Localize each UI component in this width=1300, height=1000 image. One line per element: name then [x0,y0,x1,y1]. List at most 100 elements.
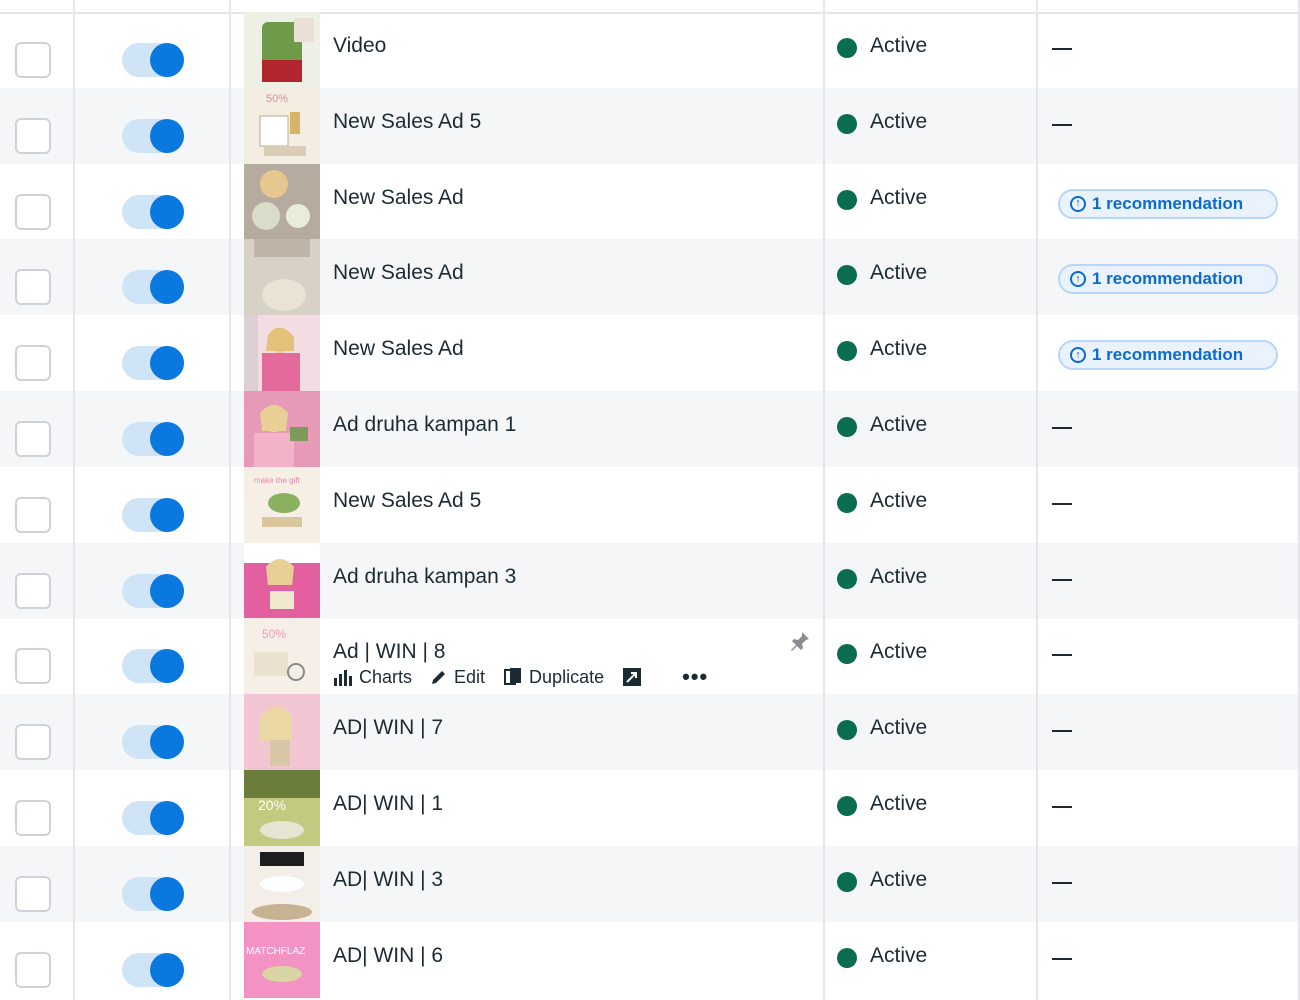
status-text: Active [870,564,928,588]
duplicate-button[interactable]: Duplicate [503,667,604,688]
ad-toggle[interactable] [122,43,184,77]
ad-name[interactable]: AD| WIN | 3 [333,868,443,892]
ad-name[interactable]: Ad druha kampan 3 [333,565,516,589]
row-checkbox[interactable] [15,421,51,457]
row-checkbox[interactable] [15,193,51,230]
ad-name[interactable]: New Sales Ad [333,261,464,285]
status-text: Active [870,640,928,664]
ad-thumbnail[interactable] [244,694,320,771]
status-dot-icon [837,720,857,741]
toggle-knob [150,43,184,77]
column-divider [823,0,825,1000]
row-checkbox[interactable] [15,572,51,609]
toggle-knob [150,952,184,987]
table-row[interactable]: 50% Ad | WIN | 8 Charts Edit Duplicate •… [0,618,1300,695]
ad-name[interactable]: AD| WIN | 1 [333,792,443,816]
row-checkbox[interactable] [15,800,51,836]
status-dot-icon [837,189,857,210]
status-text: Active [870,867,928,891]
table-row[interactable]: New Sales Ad Active ↑ 1 recommendation [0,163,1300,240]
more-options-button[interactable]: ••• [682,664,708,690]
ad-thumbnail[interactable]: 50% [244,618,320,695]
ad-toggle[interactable] [122,118,184,153]
ad-toggle[interactable] [122,876,184,911]
recommendation-badge[interactable]: ↑ 1 recommendation [1058,340,1278,371]
ad-thumbnail[interactable]: 50% [244,87,320,164]
row-checkbox[interactable] [15,345,51,382]
table-row[interactable]: 50% New Sales Ad 5 Active [0,87,1300,164]
empty-value-dash [1052,48,1072,50]
ads-table: Video Active 50% New Sales Ad 5 Active N… [0,0,1300,1000]
row-checkbox[interactable] [15,269,51,306]
ad-toggle[interactable] [122,801,184,835]
ad-thumbnail[interactable] [244,542,320,619]
ad-name[interactable]: New Sales Ad [333,337,464,361]
table-row[interactable]: New Sales Ad Active ↑ 1 recommendation [0,239,1300,316]
row-checkbox[interactable] [15,117,51,154]
toggle-knob [150,497,184,532]
table-row[interactable]: Ad druha kampan 1 Active [0,391,1300,467]
empty-value-dash [1052,123,1072,126]
row-checkbox[interactable] [15,875,51,912]
ad-toggle[interactable] [122,725,184,760]
ad-thumbnail[interactable] [244,315,320,392]
recommendation-badge[interactable]: ↑ 1 recommendation [1058,188,1278,219]
status-dot-icon [837,947,857,968]
table-row[interactable]: Video Active [0,12,1300,88]
ad-thumbnail[interactable] [244,391,320,467]
row-checkbox[interactable] [15,648,51,685]
ad-name[interactable]: Video [333,34,386,58]
ad-name[interactable]: New Sales Ad 5 [333,110,481,134]
ad-toggle[interactable] [122,346,184,381]
row-actions: Charts Edit Duplicate ••• [333,664,708,690]
pin-icon[interactable] [789,630,811,657]
ad-name[interactable]: AD| WIN | 6 [333,944,443,968]
table-row[interactable]: AD| WIN | 3 Active [0,845,1300,922]
share-button[interactable] [622,667,642,687]
copy-icon [504,668,522,686]
svg-text:make the gift: make the gift [254,476,301,485]
table-row[interactable]: MATCHFLAZ AD| WIN | 6 Active [0,921,1300,998]
row-checkbox[interactable] [15,42,51,78]
empty-value-dash [1052,957,1072,960]
ad-toggle[interactable] [122,952,184,987]
table-row[interactable]: 20% AD| WIN | 1 Active [0,770,1300,846]
empty-value-dash [1052,730,1072,733]
ad-thumbnail[interactable] [244,163,320,240]
toggle-knob [150,118,184,153]
ad-toggle[interactable] [122,270,184,305]
edit-button[interactable]: Edit [430,667,485,688]
row-checkbox[interactable] [15,496,51,533]
ad-toggle[interactable] [122,422,184,456]
status-text: Active [870,185,928,209]
ad-thumbnail[interactable] [244,12,320,88]
ad-thumbnail[interactable] [244,845,320,922]
table-row[interactable]: make the gift New Sales Ad 5 Active [0,466,1300,543]
row-checkbox[interactable] [15,951,51,988]
column-divider [1036,0,1038,1000]
ad-name[interactable]: New Sales Ad [333,186,464,210]
table-row[interactable]: New Sales Ad Active ↑ 1 recommendation [0,315,1300,392]
ad-toggle[interactable] [122,573,184,608]
ad-toggle[interactable] [122,497,184,532]
charts-button[interactable]: Charts [333,667,412,688]
ad-name[interactable]: Ad druha kampan 1 [333,413,516,437]
recommendation-badge[interactable]: ↑ 1 recommendation [1058,264,1278,295]
ad-thumbnail[interactable] [244,239,320,316]
ad-thumbnail[interactable]: make the gift [244,466,320,543]
toggle-knob [150,801,184,835]
ad-toggle[interactable] [122,649,184,684]
toggle-knob [150,725,184,760]
table-row[interactable]: AD| WIN | 7 Active [0,694,1300,771]
ad-name[interactable]: AD| WIN | 7 [333,716,443,740]
ad-toggle[interactable] [122,194,184,229]
table-row[interactable]: Ad druha kampan 3 Active [0,542,1300,619]
pencil-icon [432,671,446,685]
ad-thumbnail[interactable]: 20% [244,770,320,846]
ad-name[interactable]: New Sales Ad 5 [333,489,481,513]
ad-name[interactable]: Ad | WIN | 8 [333,640,445,664]
recommendation-label: 1 recommendation [1092,345,1244,365]
row-checkbox[interactable] [15,724,51,761]
recommendation-label: 1 recommendation [1092,269,1244,289]
ad-thumbnail[interactable]: MATCHFLAZ [244,921,320,998]
